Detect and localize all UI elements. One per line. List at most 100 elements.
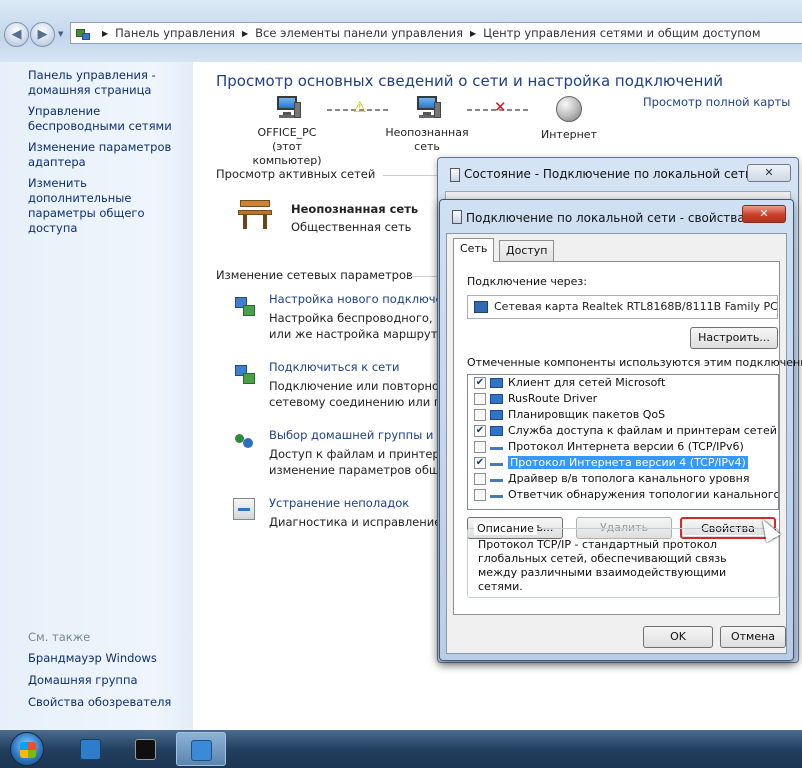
breadcrumb-network-center[interactable]: Центр управления сетями и общим доступом	[483, 26, 760, 40]
network-name: Неопознанная сеть	[385, 126, 469, 153]
recent-pages-dropdown-icon[interactable]: ▼	[58, 30, 63, 38]
network-icon	[412, 94, 442, 124]
divider	[408, 276, 438, 277]
protocol-icon	[490, 463, 503, 466]
list-item[interactable]: Протокол Интернета версии 6 (TCP/IPv6)	[468, 439, 778, 455]
list-item[interactable]: ✔ Служба доступа к файлам и принтерам сет…	[468, 423, 778, 439]
internet-label: Интернет	[541, 128, 597, 141]
protocol-icon	[490, 479, 503, 482]
globe-icon	[556, 96, 582, 122]
map-node-internet[interactable]: Интернет	[521, 94, 617, 142]
scheduler-icon	[490, 410, 503, 420]
sidebar-item-home[interactable]: Панель управления - домашняя страница	[28, 68, 190, 98]
control-panel-icon	[191, 740, 212, 761]
checkbox[interactable]	[474, 489, 486, 501]
task-homegroup-desc: Доступ к файлам и принтерам, изменение па…	[269, 447, 460, 477]
connection-icon	[450, 168, 460, 182]
taskbar-item-app1[interactable]	[66, 732, 116, 766]
task-troubleshoot-link[interactable]: Устранение неполадок	[269, 496, 443, 511]
active-network-type[interactable]: Общественная сеть	[291, 220, 411, 234]
protocol-icon	[490, 495, 503, 498]
tab-panel-network: Подключение через: Сетевая карта Realtek…	[453, 261, 802, 615]
list-item[interactable]: Планировщик пакетов QoS	[468, 407, 778, 423]
description-text: Протокол TCP/IP - стандартный протокол г…	[478, 538, 727, 593]
list-item[interactable]: Драйвер в/в тополога канального уровня	[468, 471, 778, 487]
active-networks-header: Просмотр активных сетей	[216, 167, 376, 181]
map-node-network[interactable]: Неопознанная сеть	[379, 94, 475, 154]
cancel-button[interactable]: Отмена	[720, 626, 786, 648]
taskbar	[0, 730, 802, 768]
adapter-field: Сетевая карта Realtek RTL8168B/8111B Fam…	[467, 295, 778, 319]
sidebar-item-wireless[interactable]: Управление беспроводными сетями	[28, 104, 190, 134]
checkbox[interactable]	[474, 393, 486, 405]
checkbox[interactable]: ✔	[474, 377, 486, 389]
warning-icon: ⚠	[353, 98, 367, 116]
forward-button[interactable]: ▶	[30, 22, 55, 47]
tab-sharing[interactable]: Доступ	[499, 240, 555, 261]
see-also-internet-options[interactable]: Свойства обозревателя	[28, 695, 190, 710]
task-homegroup-link[interactable]: Выбор домашней группы и па	[269, 428, 452, 443]
troubleshoot-icon	[233, 498, 255, 520]
disconnected-x-icon: ✕	[494, 98, 507, 116]
breadcrumb-control-panel[interactable]: Панель управления	[115, 26, 235, 40]
checkbox[interactable]: ✔	[474, 425, 486, 437]
task-connect-desc: Подключение или повторное п сетевому соед…	[269, 379, 458, 409]
app-icon	[135, 739, 156, 760]
sidebar-item-adapter-settings[interactable]: Изменение параметров адаптера	[28, 140, 190, 170]
bench-icon	[235, 196, 275, 236]
see-also-firewall[interactable]: Брандмауэр Windows	[28, 651, 190, 666]
components-list[interactable]: ✔ Клиент для сетей Microsoft RusRoute Dri…	[467, 374, 779, 510]
sidebar-nav: Панель управления - домашняя страница Уп…	[28, 68, 190, 242]
checkbox[interactable]	[474, 409, 486, 421]
divider	[383, 175, 438, 176]
address-bar[interactable]: ▶ Панель управления ▶ Все элементы панел…	[70, 22, 802, 44]
task-new-connection-link[interactable]: Настройка нового подключен	[269, 292, 450, 307]
network-setup-icon	[233, 294, 255, 316]
back-button[interactable]: ◀	[4, 22, 29, 47]
properties-dialog-close-button[interactable]: ✕	[742, 205, 786, 223]
status-dialog-close-button[interactable]: ✕	[747, 164, 791, 182]
properties-dialog-title: Подключение по локальной сети - свойства	[466, 211, 745, 225]
list-item[interactable]: ✔ Клиент для сетей Microsoft	[468, 375, 778, 391]
client-icon	[490, 378, 503, 388]
chevron-right-icon[interactable]: ▶	[470, 29, 476, 38]
list-item[interactable]: Ответчик обнаружения топологии канальног…	[468, 487, 778, 503]
start-button[interactable]	[10, 732, 44, 766]
components-label: Отмеченные компоненты используются этим …	[467, 356, 802, 369]
sidebar: Панель управления - домашняя страница Уп…	[0, 62, 193, 730]
window-top-bar: ◀ ▶ ▼ ▶ Панель управления ▶ Все элементы…	[0, 0, 802, 62]
list-item-selected[interactable]: ✔ Протокол Интернета версии 4 (TCP/IPv4)	[468, 455, 778, 471]
status-dialog-title: Состояние - Подключение по локальной сет…	[464, 167, 753, 181]
taskbar-item-control-panel[interactable]	[176, 732, 226, 766]
checkbox[interactable]: ✔	[474, 457, 486, 469]
active-network-name: Неопознанная сеть	[291, 202, 419, 216]
ok-button[interactable]: OK	[643, 626, 713, 648]
connection-icon	[452, 210, 462, 224]
checkbox[interactable]	[474, 473, 486, 485]
task-connect-link[interactable]: Подключиться к сети	[269, 360, 443, 375]
taskbar-item-app2[interactable]	[121, 732, 171, 766]
driver-icon	[490, 394, 503, 404]
see-also-header: См. также	[28, 630, 91, 644]
configure-button[interactable]: Настроить...	[690, 327, 778, 349]
checkbox[interactable]	[474, 441, 486, 453]
chevron-right-icon[interactable]: ▶	[102, 29, 108, 38]
connect-network-icon	[233, 362, 255, 384]
adapter-name: Сетевая карта Realtek RTL8168B/8111B Fam…	[494, 300, 778, 313]
see-also-homegroup[interactable]: Домашняя группа	[28, 673, 190, 688]
computer-name: OFFICE_PC	[257, 126, 317, 139]
list-item[interactable]: RusRoute Driver	[468, 391, 778, 407]
change-settings-header: Изменение сетевых параметров	[216, 268, 413, 282]
breadcrumb-all-items[interactable]: Все элементы панели управления	[255, 26, 463, 40]
full-map-link[interactable]: Просмотр полной карты	[643, 95, 790, 109]
task-connect: Подключиться к сети Подключение или повт…	[233, 360, 458, 410]
computer-sub: (этот компьютер)	[252, 140, 322, 167]
sidebar-item-sharing-settings[interactable]: Изменить дополнительные параметры общего…	[28, 176, 190, 236]
tab-network[interactable]: Сеть	[453, 238, 495, 262]
task-new-connection-desc: Настройка беспроводного, или же настройка…	[269, 311, 452, 341]
chevron-right-icon[interactable]: ▶	[242, 29, 248, 38]
properties-dialog: Подключение по локальной сети - свойства…	[439, 199, 802, 661]
connect-via-label: Подключение через:	[467, 275, 587, 288]
protocol-icon	[490, 447, 503, 450]
map-node-computer[interactable]: OFFICE_PC (этот компьютер)	[239, 94, 335, 168]
